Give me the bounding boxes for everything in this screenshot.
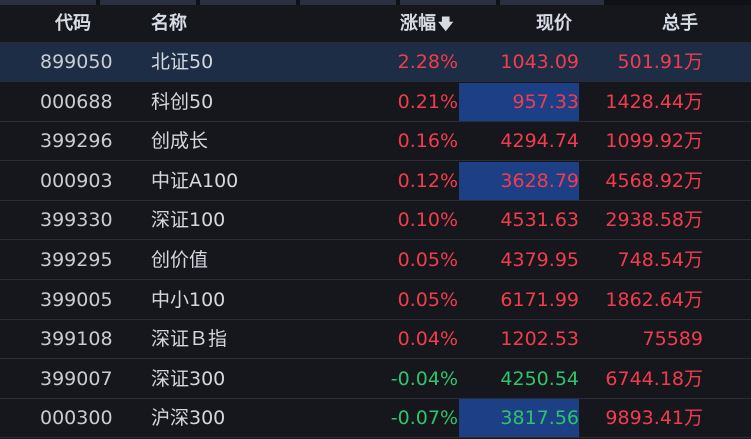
row-change: 0.21% xyxy=(397,90,458,113)
row-code: 399005 xyxy=(40,288,113,311)
row-name: 深证Ｂ指 xyxy=(151,328,228,351)
row-name: 深证300 xyxy=(151,367,226,390)
row-code: 899050 xyxy=(40,51,113,73)
row-code: 000903 xyxy=(40,169,113,192)
table-row[interactable]: 399330 深证100 0.10% 4531.63 2938.58万 xyxy=(0,201,751,241)
row-change: 0.10% xyxy=(397,209,458,232)
row-change: 0.04% xyxy=(397,328,458,351)
table-row[interactable]: 000300 沪深300 -0.07% 3817.56 9893.41万 xyxy=(0,399,751,439)
row-volume: 9893.41万 xyxy=(605,407,703,430)
row-volume: 4568.92万 xyxy=(605,169,703,192)
row-code: 000688 xyxy=(40,90,113,113)
table-row[interactable]: 399007 深证300 -0.04% 4250.54 6744.18万 xyxy=(0,360,751,399)
table-row[interactable]: 399295 创价值 0.05% 4379.95 748.54万 xyxy=(0,241,751,280)
row-price-cell: 4379.95 xyxy=(459,241,579,279)
column-header-change-label: 涨幅 xyxy=(400,13,436,34)
row-name: 深证100 xyxy=(151,209,226,232)
row-price: 3628.79 xyxy=(500,169,579,192)
row-volume: 748.54万 xyxy=(617,249,703,271)
row-price-cell: 1043.09 xyxy=(459,43,579,81)
row-price: 1202.53 xyxy=(500,328,579,351)
table-row[interactable]: 000688 科创50 0.21% 957.33 1428.44万 xyxy=(0,82,751,122)
row-price-cell: 6171.99 xyxy=(459,281,579,319)
row-change: 0.05% xyxy=(397,249,458,271)
row-name: 创价值 xyxy=(151,249,209,271)
row-name: 中小100 xyxy=(151,288,226,311)
row-price: 3817.56 xyxy=(500,407,579,430)
row-change: 0.12% xyxy=(397,169,458,192)
row-price-cell: 3628.79 xyxy=(459,161,579,200)
row-change: 0.05% xyxy=(397,288,458,311)
row-name: 科创50 xyxy=(151,90,214,113)
row-volume: 6744.18万 xyxy=(605,367,703,390)
row-price: 6171.99 xyxy=(500,288,579,311)
row-price-cell: 4294.74 xyxy=(459,122,579,160)
row-change: -0.07% xyxy=(390,407,458,430)
table-row[interactable]: 399005 中小100 0.05% 6171.99 1862.64万 xyxy=(0,281,751,320)
quote-list-panel: 代码 名称 涨幅 🡇 现价 总手 899050 北证50 2.28% 1043.09 50… xyxy=(0,0,751,439)
row-price: 4250.54 xyxy=(500,367,579,390)
column-header-price[interactable]: 现价 xyxy=(536,5,572,43)
row-volume: 2938.58万 xyxy=(605,209,703,232)
table-row[interactable]: 399108 深证Ｂ指 0.04% 1202.53 75589 xyxy=(0,320,751,360)
row-price-cell: 3817.56 xyxy=(459,399,579,438)
row-code: 399330 xyxy=(40,209,113,232)
row-code: 399007 xyxy=(40,367,113,390)
column-header-name[interactable]: 名称 xyxy=(151,5,187,43)
row-name: 中证A100 xyxy=(151,169,239,192)
row-change: -0.04% xyxy=(390,367,458,390)
row-volume: 1428.44万 xyxy=(605,90,703,113)
table-header: 代码 名称 涨幅 🡇 现价 总手 xyxy=(0,5,751,43)
row-change: 2.28% xyxy=(397,51,458,73)
row-code: 399108 xyxy=(40,328,113,351)
row-name: 创成长 xyxy=(151,130,209,153)
row-volume: 1099.92万 xyxy=(605,130,703,153)
table-row[interactable]: 000903 中证A100 0.12% 3628.79 4568.92万 xyxy=(0,161,751,201)
row-price-cell: 4531.63 xyxy=(459,201,579,239)
column-header-code[interactable]: 代码 xyxy=(55,5,91,43)
row-price: 4379.95 xyxy=(500,249,579,271)
row-change: 0.16% xyxy=(397,130,458,153)
row-volume: 1862.64万 xyxy=(605,288,703,311)
column-header-volume[interactable]: 总手 xyxy=(662,5,698,43)
sort-descending-icon: 🡇 xyxy=(438,15,454,33)
row-volume: 75589 xyxy=(642,328,703,351)
row-price: 4294.74 xyxy=(500,130,579,153)
row-volume: 501.91万 xyxy=(617,51,703,73)
row-name: 沪深300 xyxy=(151,407,226,430)
row-name: 北证50 xyxy=(151,51,214,73)
table-row[interactable]: 899050 北证50 2.28% 1043.09 501.91万 xyxy=(0,43,751,82)
row-price: 957.33 xyxy=(512,90,579,113)
row-code: 000300 xyxy=(40,407,113,430)
row-price: 1043.09 xyxy=(500,51,579,73)
row-price-cell: 1202.53 xyxy=(459,320,579,358)
row-price-cell: 957.33 xyxy=(459,82,579,121)
row-code: 399296 xyxy=(40,130,113,153)
row-price: 4531.63 xyxy=(500,209,579,232)
column-header-change[interactable]: 涨幅 🡇 xyxy=(400,5,453,43)
row-price-cell: 4250.54 xyxy=(459,360,579,398)
table-row[interactable]: 399296 创成长 0.16% 4294.74 1099.92万 xyxy=(0,122,751,162)
row-code: 399295 xyxy=(40,249,113,271)
